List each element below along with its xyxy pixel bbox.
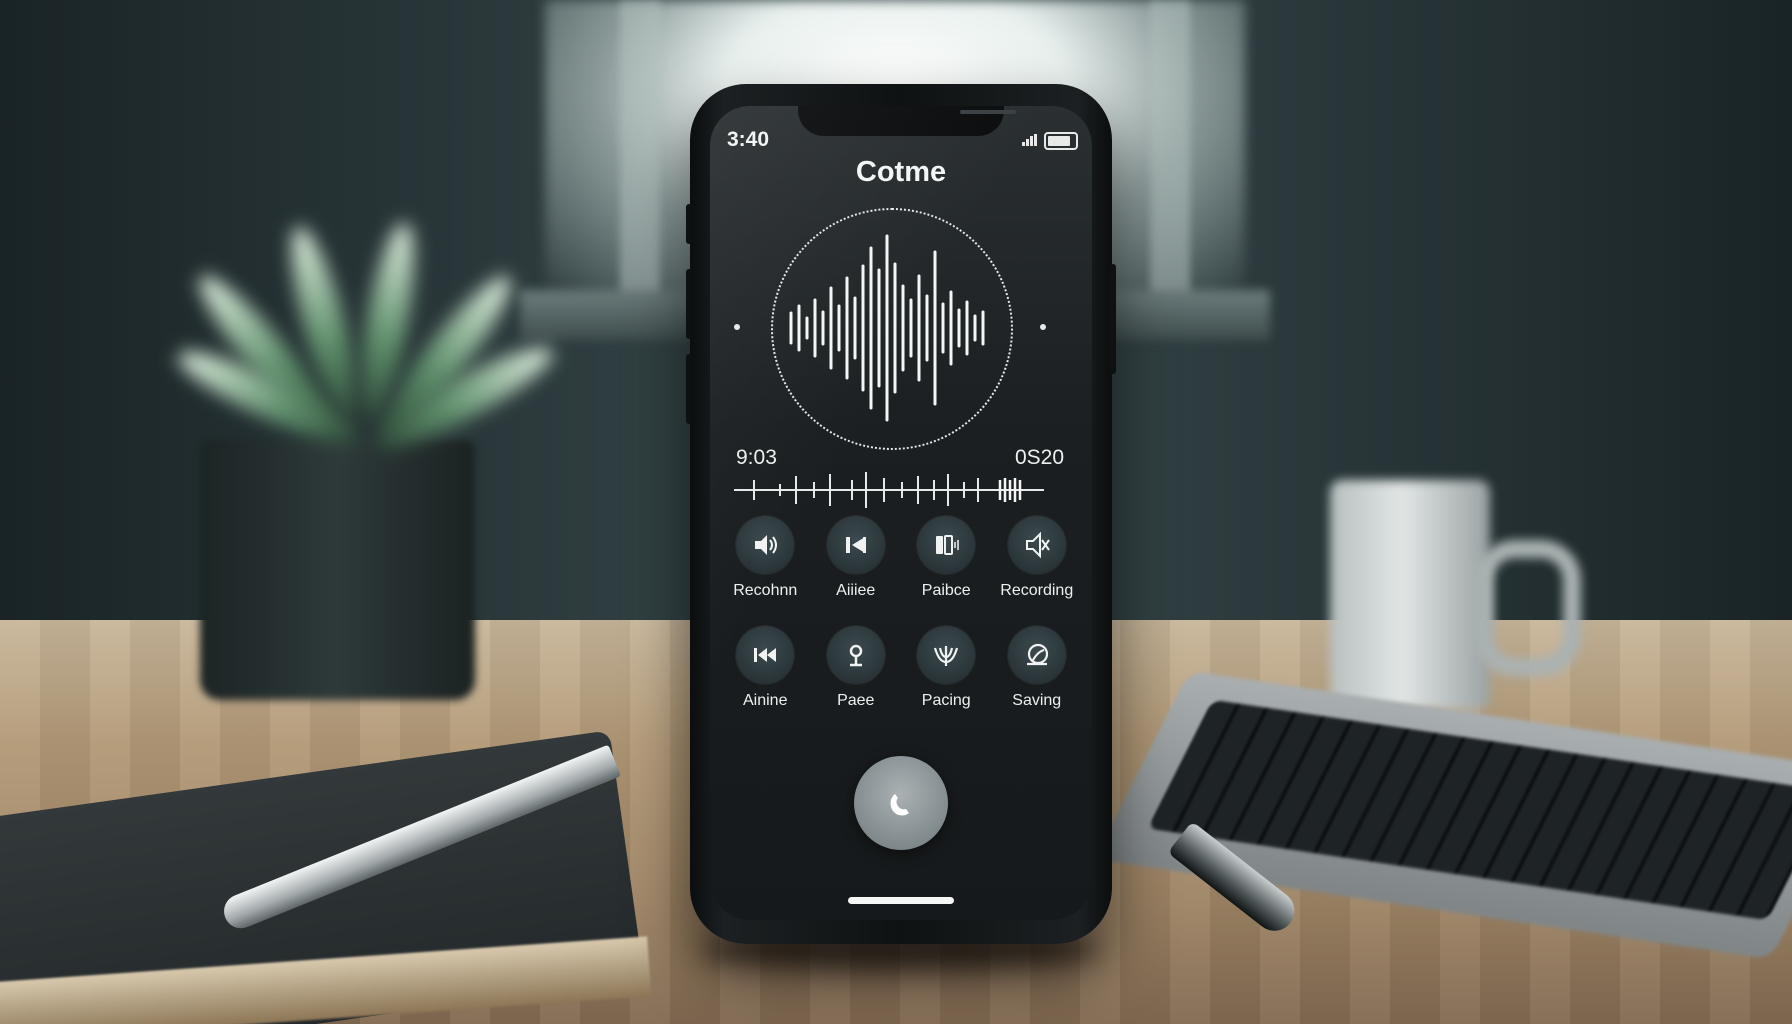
control-pacing[interactable]: Pacing bbox=[901, 626, 992, 710]
ring-dot-right bbox=[1040, 324, 1046, 330]
control-rewind[interactable]: Ainine bbox=[720, 626, 811, 710]
notch bbox=[798, 106, 1016, 136]
control-label: Recohnn bbox=[733, 582, 798, 599]
power-button bbox=[1110, 264, 1116, 374]
control-recording[interactable]: Recording bbox=[992, 516, 1083, 600]
rewind-icon bbox=[754, 648, 777, 662]
control-label: Pacing bbox=[921, 692, 971, 709]
pause-button[interactable] bbox=[917, 516, 976, 574]
app-title: Cotme bbox=[855, 156, 947, 188]
loop-icon bbox=[1026, 643, 1048, 666]
control-volume[interactable]: Recohnn bbox=[720, 516, 811, 600]
waves-icon bbox=[934, 646, 959, 666]
window-frame-right bbox=[1150, 0, 1190, 300]
control-label: Saving bbox=[1012, 692, 1062, 709]
elapsed-time: 9:03 bbox=[736, 446, 777, 469]
pause-icon bbox=[936, 535, 959, 555]
volume-down-button bbox=[686, 354, 692, 424]
coffee-mug bbox=[1330, 480, 1490, 710]
microphone-icon bbox=[849, 644, 862, 667]
control-grid: Recohnn Aiiiee Paibce Recording Ainine P… bbox=[720, 516, 1082, 710]
control-pause[interactable]: Paibce bbox=[901, 516, 992, 600]
window-frame-left bbox=[620, 0, 660, 300]
plant-pot bbox=[200, 440, 475, 700]
control-label: Aiiiee bbox=[836, 582, 876, 599]
smartphone: 3:40 Cotme 9:03 0S20 Recohnn Aiiiee Paib… bbox=[686, 84, 1116, 944]
phone-icon bbox=[890, 794, 909, 816]
volume-up-button bbox=[686, 269, 692, 339]
control-label: Recording bbox=[1000, 582, 1074, 599]
mug-handle bbox=[1475, 540, 1581, 676]
speaker-grille bbox=[960, 110, 1016, 114]
scrubber-timeline[interactable] bbox=[734, 468, 1070, 512]
control-skip-back[interactable]: Aiiiee bbox=[811, 516, 902, 600]
control-label: Paibce bbox=[921, 582, 971, 599]
control-label: Paee bbox=[837, 692, 875, 709]
battery-icon bbox=[1044, 132, 1078, 150]
control-microphone[interactable]: Paee bbox=[811, 626, 902, 710]
phone-screen: 3:40 Cotme 9:03 0S20 Recohnn Aiiiee Paib… bbox=[710, 106, 1092, 920]
skip-back-button[interactable] bbox=[826, 516, 885, 574]
loop-button[interactable] bbox=[1007, 626, 1066, 684]
skip-back-icon bbox=[845, 537, 866, 553]
home-indicator[interactable] bbox=[848, 897, 954, 904]
call-button[interactable] bbox=[854, 756, 948, 850]
total-time: 0S20 bbox=[1014, 446, 1064, 469]
mute-icon bbox=[1025, 531, 1050, 559]
waves-button[interactable] bbox=[917, 626, 976, 684]
audio-waveform bbox=[789, 234, 985, 422]
mute-switch bbox=[686, 204, 692, 244]
control-label: Ainine bbox=[743, 692, 788, 709]
control-saving[interactable]: Saving bbox=[992, 626, 1083, 710]
volume-icon bbox=[755, 535, 778, 555]
ring-dot-left bbox=[734, 324, 740, 330]
status-icons bbox=[1022, 132, 1078, 150]
volume-button[interactable] bbox=[736, 516, 795, 574]
status-time: 3:40 bbox=[727, 128, 770, 151]
mute-button[interactable] bbox=[1007, 516, 1066, 574]
signal-icon bbox=[1022, 133, 1038, 149]
microphone-button[interactable] bbox=[826, 626, 885, 684]
rewind-button[interactable] bbox=[736, 626, 795, 684]
